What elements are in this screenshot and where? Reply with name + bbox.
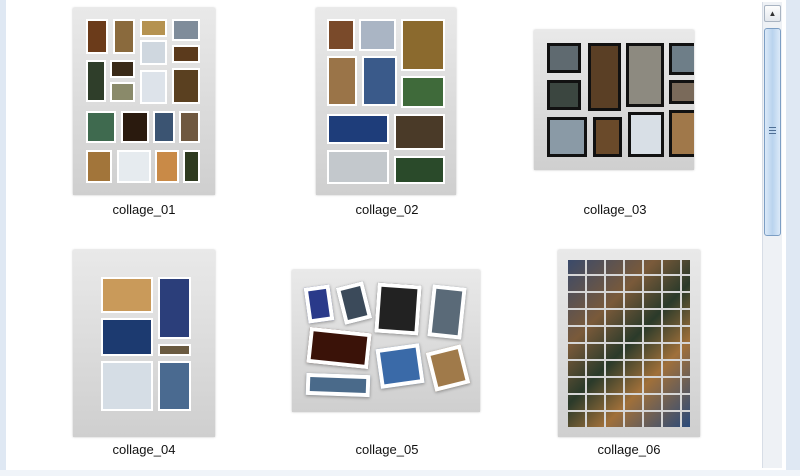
- file-item[interactable]: collage_06: [554, 246, 764, 476]
- file-name: collage_02: [355, 202, 419, 217]
- file-thumbnail: [73, 250, 215, 437]
- file-name: collage_06: [597, 442, 661, 457]
- file-name: collage_04: [112, 442, 176, 457]
- photo-grid: [568, 260, 690, 427]
- window-frame: [786, 0, 800, 470]
- file-thumbnail: [73, 8, 215, 195]
- file-item[interactable]: collage_04: [69, 246, 279, 476]
- file-grid: collage_01 collage_02 collage_03 collage…: [12, 0, 760, 470]
- file-item[interactable]: collage_03: [530, 4, 740, 234]
- explorer-window: collage_01 collage_02 collage_03 collage…: [0, 0, 800, 470]
- scroll-thumb[interactable]: [764, 28, 781, 236]
- file-thumbnail: [292, 270, 480, 412]
- scroll-up-button[interactable]: ▲: [764, 5, 781, 22]
- file-thumbnail: [534, 30, 694, 170]
- file-name: collage_03: [583, 202, 647, 217]
- file-name: collage_01: [112, 202, 176, 217]
- file-item[interactable]: collage_05: [288, 246, 498, 476]
- file-thumbnail: [316, 8, 456, 195]
- grip-icon: [769, 130, 776, 131]
- grip-icon: [769, 127, 776, 128]
- file-name: collage_05: [355, 442, 419, 457]
- vertical-scrollbar[interactable]: ▲: [762, 2, 782, 468]
- file-item[interactable]: collage_02: [312, 4, 522, 234]
- grip-icon: [769, 133, 776, 134]
- file-item[interactable]: collage_01: [69, 4, 279, 234]
- file-thumbnail: [558, 250, 700, 437]
- arrow-up-icon: ▲: [768, 9, 777, 18]
